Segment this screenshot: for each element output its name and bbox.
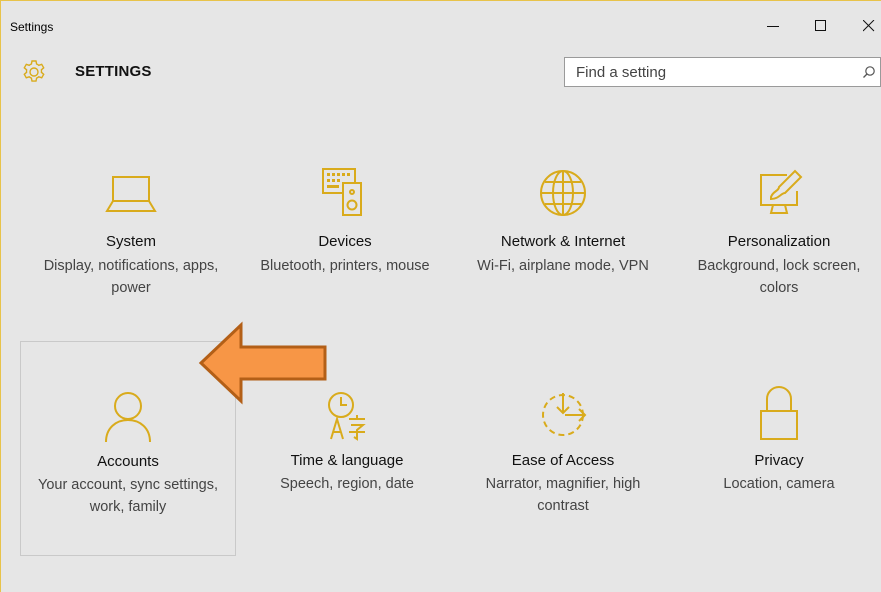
tile-label: Devices [318,233,372,250]
search-box[interactable] [564,57,881,87]
globe-icon [540,170,586,216]
tile-description: Your account, sync settings, work, famil… [37,477,218,515]
tile-description: Narrator, magnifier, high contrast [485,476,641,514]
tile-label: Privacy [754,452,804,469]
tile-label: System [105,233,156,250]
keyboard-speaker-icon [322,168,362,216]
gear-icon [23,60,45,82]
orange-arrow-left-icon [198,321,327,405]
tile-label: Accounts [97,453,159,470]
tile-label: Ease of Access [511,452,615,469]
paint-brush-icon [760,169,803,214]
ease-of-access-icon [542,393,587,436]
minimize-icon [767,26,779,27]
tile-ease-of-access[interactable]: Ease of Access Narrator, magnifier, high… [455,341,671,555]
lock-icon [760,386,798,440]
close-button[interactable] [849,11,881,41]
close-icon [863,20,875,32]
laptop-icon [105,176,157,212]
tile-description: Speech, region, date [280,476,414,492]
person-icon [105,392,151,443]
maximize-icon [815,20,826,31]
search-icon[interactable] [862,65,876,79]
tile-description: Location, camera [723,476,835,492]
window-title: Settings [10,20,54,34]
tile-description: Bluetooth, printers, mouse [260,258,430,274]
title-bar[interactable]: Settings [1,1,881,53]
tile-description: Display, notifications, apps, power [43,258,219,296]
tile-system[interactable]: System Display, notifications, apps, pow… [23,123,239,337]
tile-label: Personalization [727,233,831,250]
settings-header: SETTINGS [1,53,881,93]
tile-privacy[interactable]: Privacy Location, camera [671,341,881,555]
tile-description: Wi-Fi, airplane mode, VPN [477,258,649,274]
search-input[interactable] [565,58,850,86]
tile-devices[interactable]: Devices Bluetooth, printers, mouse [237,123,453,337]
minimize-button[interactable] [753,11,793,41]
tile-network-internet[interactable]: Network & Internet Wi-Fi, airplane mode,… [455,123,671,337]
tile-label: Time & language [290,452,404,469]
page-title: SETTINGS [75,63,152,80]
settings-window: Settings SETTINGS Find a setting System … [0,0,881,592]
tile-personalization[interactable]: Personalization Background, lock screen,… [671,123,881,337]
tile-description: Background, lock screen, colors [697,258,861,296]
tile-label: Network & Internet [500,233,626,250]
maximize-button[interactable] [801,11,841,41]
